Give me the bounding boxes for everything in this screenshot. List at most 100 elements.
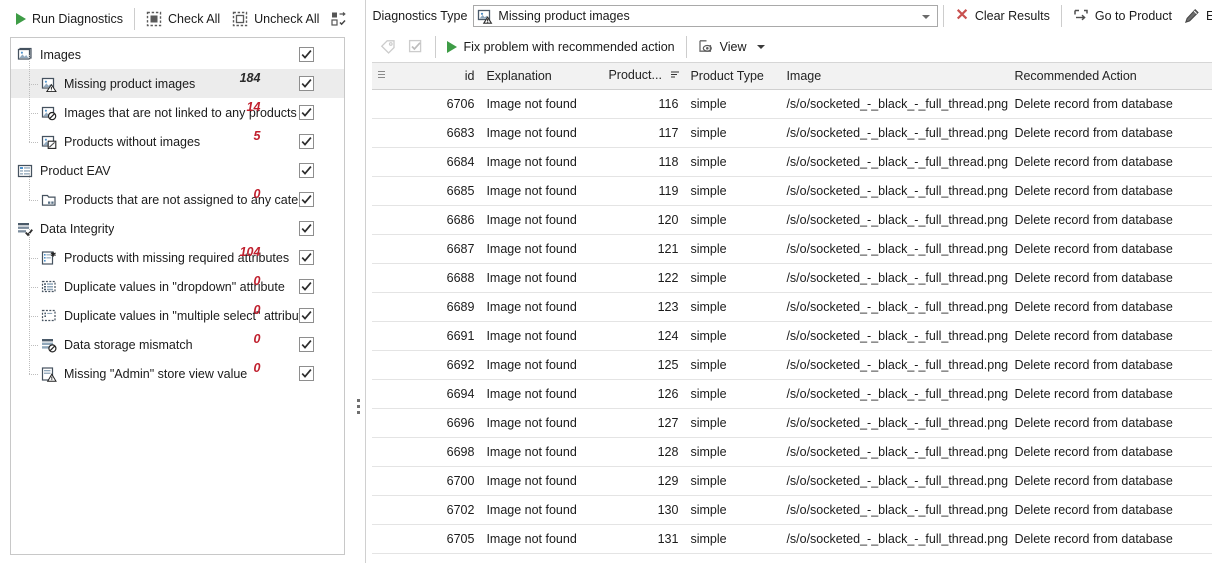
run-diagnostics-button[interactable]: Run Diagnostics [10,6,129,32]
tree-item-count: 14 [246,100,261,114]
tree-item-checkbox[interactable] [299,163,315,178]
image-warning-icon [477,8,493,24]
results-grid-container[interactable]: id Explanation Product... Product Type I… [372,62,1212,563]
table-row[interactable]: 6691 Image not found 124 simple/s/o/sockete… [372,321,1212,351]
table-row[interactable]: 6702 Image not found 130 simple/s/o/sockete… [372,495,1212,525]
splitter-grip [357,399,361,414]
admin-value-icon [41,366,57,382]
clear-results-button[interactable]: ✕ Clear Results [949,3,1055,29]
edit-product-button[interactable]: Edit Product [1178,3,1212,29]
invert-selection-button[interactable] [325,6,353,32]
tree-item-checkbox[interactable] [299,76,315,91]
column-header-explanation[interactable]: Explanation [480,63,603,90]
tree-item-checkbox[interactable] [299,221,315,236]
chevron-down-icon[interactable] [922,14,931,19]
table-row[interactable]: 6688 Image not found 122 simple/s/o/sockete… [372,263,1212,293]
table-row[interactable]: 6698 Image not found 128 simple/s/o/sockete… [372,437,1212,467]
cell-product-id: 124 [602,321,685,351]
cell-product-type: simple [684,292,781,322]
tree-item-checkbox[interactable] [299,337,315,352]
cell-recommended-action: Delete record from database [1008,466,1212,496]
check-all-button[interactable]: Check All [140,6,226,32]
tree-item-checkbox[interactable] [299,47,315,62]
diagnostics-type-label: Diagnostics Type [372,8,468,23]
diagnostics-type-select[interactable]: Missing product images [473,4,939,27]
table-row[interactable]: 6705 Image not found 131 simple/s/o/sockete… [372,524,1212,554]
cell-row-marker [372,524,395,554]
column-header-id[interactable]: id [394,63,481,90]
tree-item-checkbox[interactable] [299,366,315,381]
edit-product-label: Edit Product [1205,8,1212,23]
cell-product-id: 116 [602,89,685,119]
column-header-product-id[interactable]: Product... [602,63,685,90]
eye-preview-icon [698,39,714,55]
column-header-product-type[interactable]: Product Type [684,63,781,90]
tree-item[interactable]: Data Integrity [11,214,344,243]
cell-recommended-action: Delete record from database [1008,495,1212,525]
tree-item[interactable]: Products without images 5 [11,127,344,156]
table-row[interactable]: 6685 Image not found 119 simple/s/o/sockete… [372,176,1212,206]
cell-image: /s/o/socketed_-_black_-_full_thread.png [780,524,1009,554]
tree-item-checkbox[interactable] [299,250,315,265]
tree-item[interactable]: Images [11,40,344,69]
table-row[interactable]: 6694 Image not found 126 simple/s/o/sockete… [372,379,1212,409]
uncheck-all-button[interactable]: Uncheck All [226,6,325,32]
cell-id: 6706 [394,89,481,119]
table-row[interactable]: 6684 Image not found 118 simple/s/o/sockete… [372,147,1212,177]
table-row[interactable]: 6692 Image not found 125 simple/s/o/sockete… [372,350,1212,380]
tree-item[interactable]: Images that are not linked to any produc… [11,98,344,127]
attribute-missing-icon [41,250,57,266]
cell-row-marker [372,437,395,467]
tree-item-checkbox[interactable] [299,308,315,323]
tree-item[interactable]: Missing "Admin" store view value 0 [11,359,344,388]
column-header-image[interactable]: Image [780,63,1009,90]
cell-id: 6687 [394,234,481,264]
tree-item-checkbox[interactable] [299,105,315,120]
view-button[interactable]: View [692,34,771,60]
mark-as-fixed-button[interactable] [374,34,402,60]
validate-button[interactable] [402,34,430,60]
tree-item-checkbox[interactable] [299,192,315,207]
table-row[interactable]: 6689 Image not found 123 simple/s/o/sockete… [372,292,1212,322]
cell-row-marker [372,89,395,119]
pane-splitter[interactable] [353,0,366,563]
grid-header: id Explanation Product... Product Type I… [372,63,1212,90]
view-label: View [719,39,747,54]
table-row[interactable]: 6696 Image not found 127 simple/s/o/sockete… [372,408,1212,438]
cell-id: 6689 [394,292,481,322]
table-row[interactable]: 6706 Image not found 116 simple/s/o/sockete… [372,89,1212,119]
tree-item[interactable]: Products with missing required attribute… [11,243,344,272]
tree-item-count: 0 [253,274,261,288]
column-header-recommended-action[interactable]: Recommended Action [1008,63,1212,90]
tree-item-label: Data Integrity [40,221,115,236]
table-row[interactable]: 6686 Image not found 120 simple/s/o/sockete… [372,205,1212,235]
go-to-product-button[interactable]: Go to Product [1067,3,1178,29]
tree-item-label: Missing "Admin" store view value [64,366,248,381]
tree-item[interactable]: Duplicate values in "multiple select" at… [11,301,344,330]
cell-explanation: Image not found [480,350,603,380]
tree-item[interactable]: Duplicate values in "dropdown" attribute… [11,272,344,301]
tree-item[interactable]: Data storage mismatch 0 [11,330,344,359]
cell-id: 6700 [394,466,481,496]
images-icon [17,47,33,63]
tree-guide [29,315,38,317]
table-row[interactable]: 6700 Image not found 129 simple/s/o/sockete… [372,466,1212,496]
cell-image: /s/o/socketed_-_black_-_full_thread.png [780,466,1009,496]
tree-item[interactable]: Missing product images 184 [11,69,345,98]
tree-item-count: 0 [253,303,261,317]
run-diagnostics-label: Run Diagnostics [32,11,124,26]
tree-item[interactable]: Product EAV [11,156,344,185]
table-row[interactable]: 6687 Image not found 121 simple/s/o/sockete… [372,234,1212,264]
cell-image: /s/o/socketed_-_black_-_full_thread.png [780,176,1009,206]
cell-image: /s/o/socketed_-_black_-_full_thread.png [780,495,1009,525]
table-row[interactable]: 6683 Image not found 117 simple/s/o/sockete… [372,118,1212,148]
cell-product-id: 125 [602,350,685,380]
fix-problem-button[interactable]: Fix problem with recommended action [441,34,680,60]
tree-item[interactable]: Products that are not assigned to any ca… [11,185,344,214]
cell-product-type: simple [684,466,781,496]
tree-item-checkbox[interactable] [299,134,315,149]
diagnostics-tree[interactable]: Images Missing product images 184 Images th… [10,37,346,555]
tree-item-checkbox[interactable] [299,279,315,294]
uncheck-all-label: Uncheck All [254,11,320,26]
grid-menu-button[interactable] [372,63,395,90]
